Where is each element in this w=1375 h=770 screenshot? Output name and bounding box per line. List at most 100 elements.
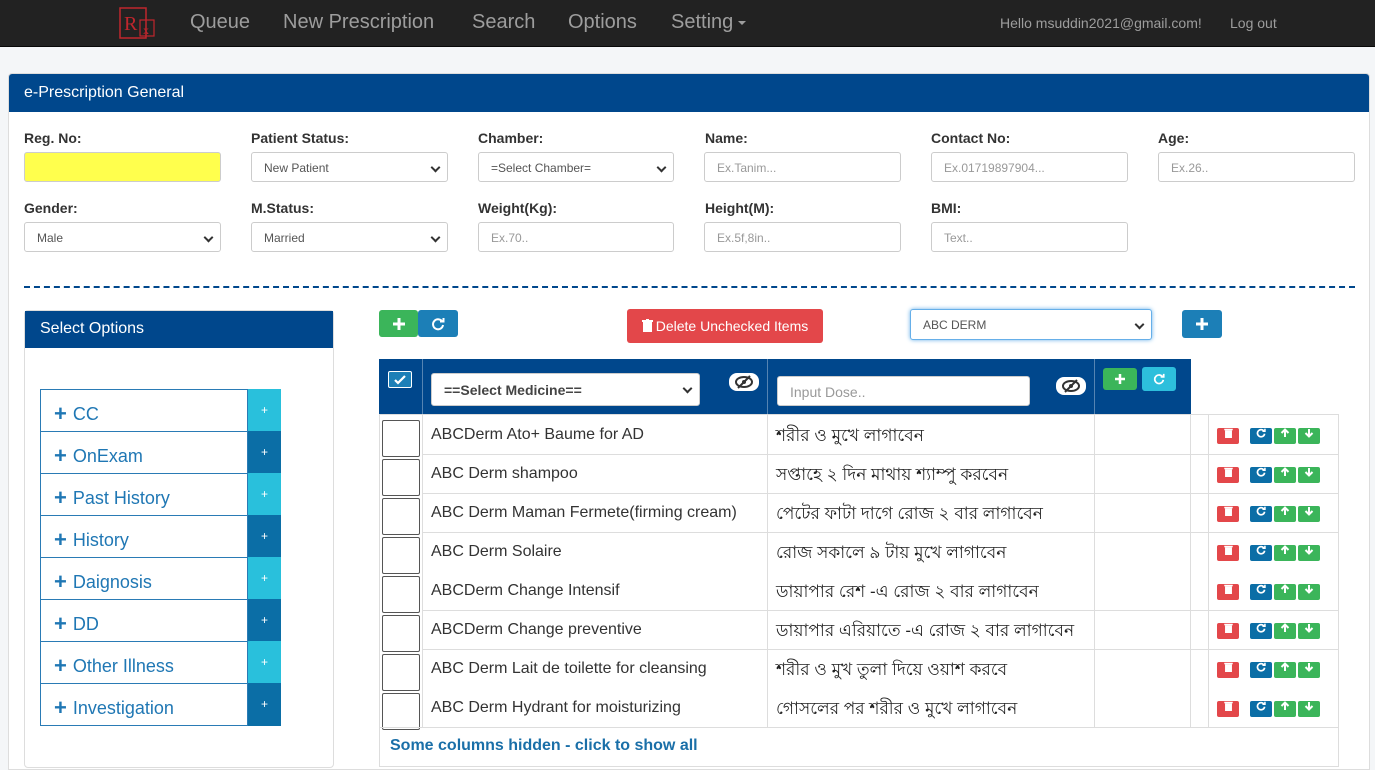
delete-unchecked-button[interactable]: Delete Unchecked Items: [627, 309, 823, 343]
gender-select[interactable]: Male: [24, 222, 221, 252]
hide-column-button[interactable]: [729, 373, 759, 391]
chamber-select[interactable]: =Select Chamber=: [478, 152, 674, 182]
move-down-button[interactable]: [1298, 467, 1320, 483]
refresh-row-button[interactable]: [1250, 545, 1272, 561]
patient-status-value: New Patient: [264, 161, 329, 175]
row-checkbox[interactable]: [382, 693, 420, 730]
refresh-row-button[interactable]: [1250, 584, 1272, 600]
add-template-button[interactable]: [1182, 310, 1222, 338]
refresh-icon: [1256, 467, 1266, 477]
medicine-dose: ডায়াপার রেশ -এ রোজ ২ বার লাগাবেন: [776, 582, 1039, 601]
move-up-button[interactable]: [1274, 545, 1296, 561]
height-input[interactable]: Ex.5f,8in..: [704, 222, 901, 252]
move-up-button[interactable]: [1274, 662, 1296, 678]
move-up-button[interactable]: [1274, 467, 1296, 483]
plus-icon: +: [54, 653, 67, 678]
reg-no-input[interactable]: [24, 152, 221, 182]
medicine-dose: শরীর ও মুখে লাগাবেন: [776, 426, 924, 445]
move-down-button[interactable]: [1298, 545, 1320, 561]
option-toggle[interactable]: + OnExam: [40, 431, 248, 474]
option-add-button[interactable]: +: [248, 599, 281, 642]
chevron-down-icon: [430, 232, 441, 243]
nav-options[interactable]: Options: [568, 11, 637, 34]
add-medicine-button[interactable]: [1103, 368, 1137, 390]
delete-row-button[interactable]: [1217, 506, 1239, 522]
option-add-button[interactable]: +: [248, 515, 281, 558]
bmi-input[interactable]: Text..: [931, 222, 1128, 252]
patient-status-select[interactable]: New Patient: [251, 152, 448, 182]
medicine-name: ABC Derm Lait de toilette for cleansing: [431, 660, 707, 677]
delete-row-button[interactable]: [1217, 584, 1239, 600]
option-toggle[interactable]: + History: [40, 515, 248, 558]
refresh-button[interactable]: [418, 310, 458, 337]
move-up-button[interactable]: [1274, 428, 1296, 444]
row-checkbox[interactable]: [382, 498, 420, 535]
move-up-button[interactable]: [1274, 701, 1296, 717]
delete-row-button[interactable]: [1217, 701, 1239, 717]
select-medicine-dropdown[interactable]: ==Select Medicine==: [431, 373, 700, 406]
select-all-checkbox[interactable]: [388, 371, 412, 388]
refresh-row-button[interactable]: [1250, 701, 1272, 717]
move-down-button[interactable]: [1298, 584, 1320, 600]
refresh-row-button[interactable]: [1250, 467, 1272, 483]
refresh-row-button[interactable]: [1250, 623, 1272, 639]
template-select[interactable]: ABC DERM: [910, 309, 1152, 340]
refresh-row-button[interactable]: [1250, 428, 1272, 444]
row-checkbox[interactable]: [382, 654, 420, 691]
check-icon: [394, 375, 406, 385]
option-add-button[interactable]: +: [248, 431, 281, 474]
dose-input[interactable]: Input Dose..: [777, 376, 1030, 406]
option-toggle[interactable]: + Past History: [40, 473, 248, 516]
row-checkbox[interactable]: [382, 576, 420, 613]
row-checkbox[interactable]: [382, 459, 420, 496]
caret-down-icon: [738, 20, 747, 25]
add-row-button[interactable]: [379, 310, 418, 337]
option-add-button[interactable]: +: [248, 557, 281, 600]
mstatus-select[interactable]: Married: [251, 222, 448, 252]
move-down-button[interactable]: [1298, 701, 1320, 717]
option-add-button[interactable]: +: [248, 641, 281, 684]
move-down-button[interactable]: [1298, 506, 1320, 522]
nav-queue[interactable]: Queue: [190, 11, 250, 34]
option-toggle[interactable]: + CC: [40, 389, 248, 432]
logout-link[interactable]: Log out: [1230, 15, 1277, 31]
plus-icon: +: [54, 443, 67, 468]
age-input[interactable]: Ex.26..: [1158, 152, 1355, 182]
option-add-button[interactable]: +: [248, 389, 281, 432]
refresh-medicine-button[interactable]: [1142, 367, 1176, 391]
row-checkbox[interactable]: [382, 420, 420, 457]
refresh-row-button[interactable]: [1250, 506, 1272, 522]
rx-logo-icon[interactable]: R x: [118, 6, 160, 40]
refresh-row-button[interactable]: [1250, 662, 1272, 678]
option-toggle[interactable]: + DD: [40, 599, 248, 642]
nav-search[interactable]: Search: [472, 11, 535, 34]
nav-setting[interactable]: Setting: [671, 11, 747, 34]
contact-input[interactable]: Ex.01719897904...: [931, 152, 1128, 182]
option-label: Other Illness: [72, 656, 174, 676]
weight-input[interactable]: Ex.70..: [478, 222, 674, 252]
move-up-button[interactable]: [1274, 506, 1296, 522]
move-down-button[interactable]: [1298, 662, 1320, 678]
move-up-button[interactable]: [1274, 623, 1296, 639]
move-down-button[interactable]: [1298, 428, 1320, 444]
delete-row-button[interactable]: [1217, 662, 1239, 678]
delete-row-button[interactable]: [1217, 467, 1239, 483]
option-toggle[interactable]: + Other Illness: [40, 641, 248, 684]
delete-row-button[interactable]: [1217, 428, 1239, 444]
height-label: Height(M):: [705, 200, 775, 216]
move-down-button[interactable]: [1298, 623, 1320, 639]
nav-new-prescription[interactable]: New Prescription: [283, 11, 434, 34]
delete-row-button[interactable]: [1217, 623, 1239, 639]
row-checkbox[interactable]: [382, 615, 420, 652]
select-options-title: Select Options: [25, 311, 333, 348]
row-checkbox[interactable]: [382, 537, 420, 574]
option-add-button[interactable]: +: [248, 473, 281, 516]
hide-dose-column-button[interactable]: [1056, 377, 1086, 395]
option-toggle[interactable]: + Investigation: [40, 683, 248, 726]
option-toggle[interactable]: + Daignosis: [40, 557, 248, 600]
show-hidden-columns-link[interactable]: Some columns hidden - click to show all: [390, 737, 698, 755]
option-add-button[interactable]: +: [248, 683, 281, 726]
delete-row-button[interactable]: [1217, 545, 1239, 561]
name-input[interactable]: Ex.Tanim...: [704, 152, 901, 182]
move-up-button[interactable]: [1274, 584, 1296, 600]
